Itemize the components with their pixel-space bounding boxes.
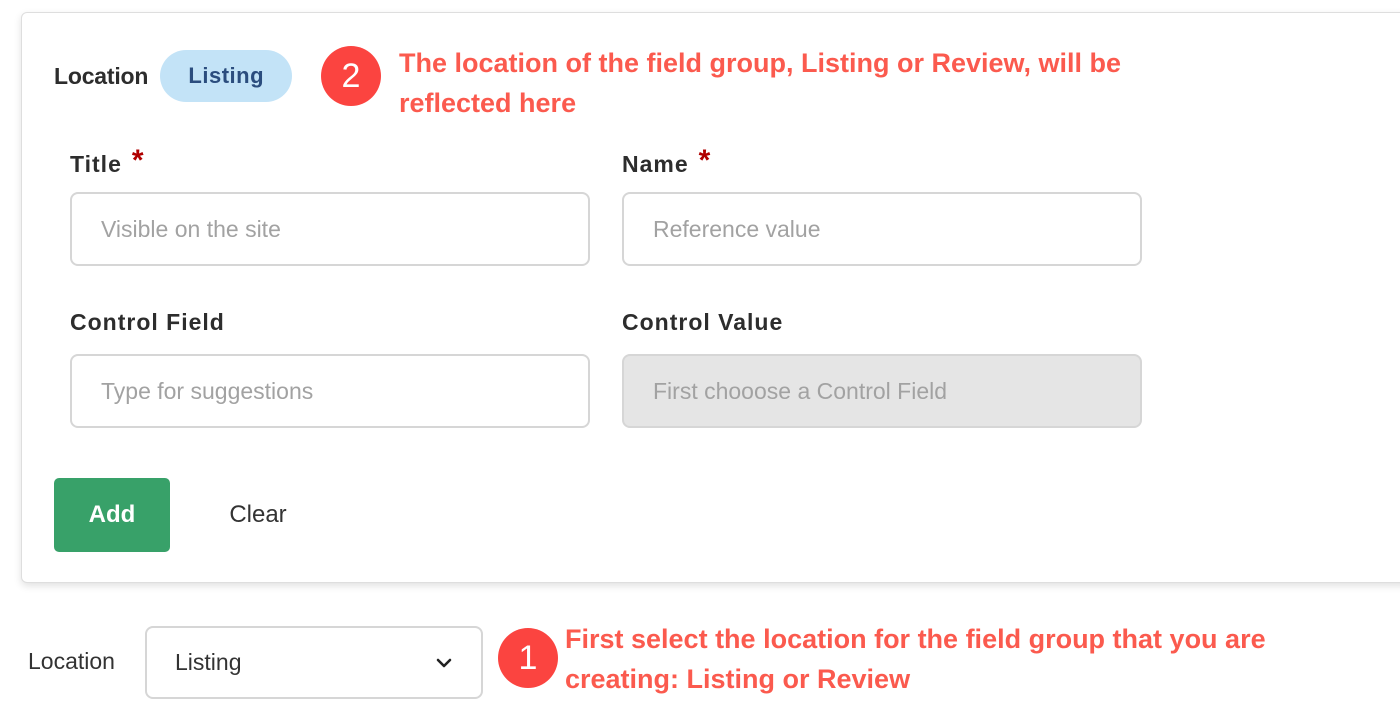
annotation-marker-1: 1 [498, 628, 558, 688]
location-select-value: Listing [175, 649, 242, 675]
chevron-down-icon [436, 658, 452, 667]
control-field-input[interactable] [70, 354, 590, 428]
annotation-1-line2: creating: Listing or Review [565, 664, 911, 694]
location-label: Location [54, 62, 149, 89]
add-button[interactable]: Add [54, 478, 170, 552]
control-value-input [622, 354, 1142, 428]
location-indicator: Location Listing [54, 50, 293, 102]
title-label: Title * [70, 144, 145, 180]
required-asterisk-icon: * [131, 144, 145, 177]
annotation-marker-2: 2 [321, 46, 381, 106]
annotation-2-line2: reflected here [399, 88, 577, 118]
location-badge: Listing [160, 50, 293, 102]
bottom-location-label: Location [28, 648, 115, 674]
location-select[interactable]: Listing [145, 626, 483, 699]
title-input[interactable] [70, 192, 590, 266]
control-field-label: Control Field [70, 309, 225, 335]
name-label: Name * [622, 144, 712, 180]
name-label-text: Name [622, 151, 689, 177]
annotation-1-line1: First select the location for the field … [565, 624, 1266, 654]
annotation-1-text: First select the location for the field … [565, 619, 1266, 699]
annotation-2-text: The location of the field group, Listing… [399, 43, 1121, 123]
name-input[interactable] [622, 192, 1142, 266]
control-value-label: Control Value [622, 309, 784, 335]
clear-button[interactable]: Clear [208, 478, 308, 552]
annotation-2-line1: The location of the field group, Listing… [399, 48, 1122, 78]
title-label-text: Title [70, 151, 122, 177]
required-asterisk-icon: * [698, 144, 712, 177]
